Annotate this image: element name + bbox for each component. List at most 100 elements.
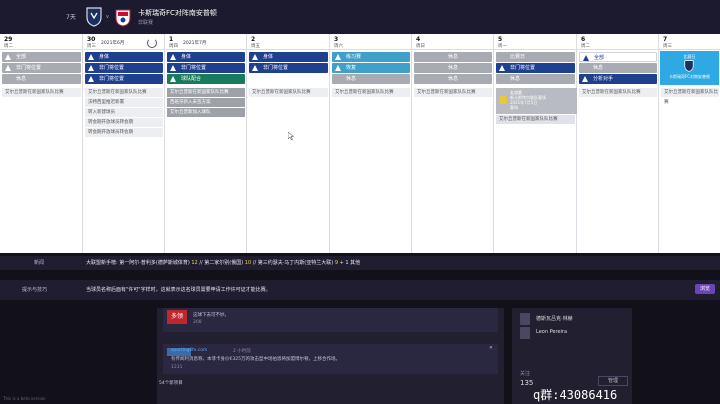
month-label: 2021年7月 [183,41,207,46]
practice-icon [335,54,341,60]
training-session[interactable]: 非门将位置 [85,74,163,84]
session-label: 非门将位置 [99,65,125,71]
session-label: 分析对手 [593,76,614,82]
training-session[interactable]: 非门将位置 [249,63,328,73]
analysis-icon [582,76,588,82]
opposition-analysis-session[interactable]: 分析对手 [579,74,657,84]
club-shield-icon [86,7,102,27]
calendar-day[interactable]: 30 周三 2021年6月 身体 非门将位置 非门将位置 艾尔丘普斯在新国家队队… [83,34,165,253]
match-title[interactable]: 卡斯瑞奇FC对阵南安普顿 [138,8,217,18]
training-session[interactable]: 身体 [249,52,328,62]
training-calendar: 29 周二 全部 非门将位置 休息 艾尔丘普斯在新国家队队比赛 30 周三 20… [0,34,720,253]
calendar-day[interactable]: 3 周六 练习赛 恢复 休息 艾尔丘普斯在新国家队队比赛 [330,34,412,253]
calendar-note[interactable]: 艾尔丘普斯在新国家队队比赛 [332,88,410,98]
training-icon [583,55,589,61]
calendar-note[interactable]: 艾尔丘普斯在新国家队队比赛 [167,88,245,98]
feed-item[interactable]: sportinglife.com 2 小时前 有传闻利消息称，本菲卡身价€325… [163,344,498,374]
calendar-note[interactable]: 西班牙新入未签方案 [167,98,245,108]
opponent-crest-icon [499,96,507,104]
day-name: 周二 [581,44,590,49]
tips-label: 提示与技巧 [22,287,48,293]
calendar-note[interactable]: 艾尔丘普斯在新国家队队比赛 [414,88,492,98]
recovery-session[interactable]: 恢复 [332,63,410,73]
player-row[interactable]: Leon Pereira [520,326,624,340]
calendar-note[interactable]: 艾尔丘普斯在新国家队队比赛 [661,88,719,105]
calendar-note[interactable]: 艾尔丘普斯在新国家队队比赛 [579,88,657,98]
source-name[interactable]: sportinglife.com [171,348,207,353]
calendar-note[interactable]: 艾尔丘普斯在新国家队队比赛 [2,88,81,98]
calendar-note[interactable]: 转会期开放球员转会期 [85,118,163,128]
day-number: 5 [498,36,503,43]
match-day-block[interactable]: 比赛日 卡斯瑞奇FC对南安普顿 [660,51,719,85]
calendar-day[interactable]: 5 周一 比赛日 非门将位置 休息 友谊赛 新卡斯特尔联队客场 2021年7月5… [494,34,577,253]
watermark: q群:43086416 [533,388,618,402]
training-session[interactable]: 非门将位置 [2,63,81,73]
day-number: 1 [169,36,174,43]
calendar-note[interactable]: 艾尔丘普斯加入球队 [167,108,245,118]
player-row[interactable]: 德斯瓦吕克·林赫 [520,312,624,326]
calendar-day[interactable]: 6 周二 全部 休息 分析对手 艾尔丘普斯在新国家队队比赛 [577,34,659,253]
rest-session[interactable]: 休息 [332,74,410,84]
calendar-note[interactable]: 艾尔丘普斯在新国家队队比赛 [85,88,163,98]
training-session[interactable]: 非门将位置 [85,63,163,73]
training-session[interactable]: 身体 [167,52,245,62]
calendar-note[interactable]: 艾尔丘普斯在新国家队队比赛 [496,115,575,125]
day-name: 周五 [251,44,260,49]
team-session[interactable]: 球队配合 [167,74,245,84]
feed-text: 这球下去可不妙。 [193,313,229,318]
calendar-day[interactable]: 4 周日 休息 休息 休息 艾尔丘普斯在新国家队队比赛 [412,34,494,253]
session-label: 休息 [447,76,458,82]
manage-button[interactable]: 管理 [598,376,628,386]
news-ticker: 大联盟新手榜: 第一阿尔·普利多(德萨斯城体育) 12 // 第二家尔别(俄国)… [86,256,360,270]
training-icon [252,54,258,60]
southampton-crest-icon[interactable] [114,7,132,27]
calendar-note[interactable]: 转入新建球员 [85,108,163,118]
rest-session[interactable]: 休息 [496,74,575,84]
training-session[interactable]: 非门将位置 [167,63,245,73]
calendar-day[interactable]: 7 周三 比赛日 卡斯瑞奇FC对南安普顿 艾尔丘普斯在新国家队队比赛 [659,34,720,253]
tips-text: 当球员名称后面有"许可"字样时，这就表示这名球员需要申请工作许可证才能比赛。 [86,287,271,293]
training-session[interactable]: 全部 [579,52,657,62]
refresh-icon[interactable] [147,38,157,48]
close-icon[interactable]: ✕ [489,346,493,351]
feed-text: 有传闻利消息称，本菲卡身价€325万的攻击型中场伯恩将加盟博尔顿，上移合作场。 [171,357,340,362]
calendar-note[interactable]: 转会期开放球员转会期 [85,128,163,138]
calendar-day[interactable]: 1 周四 2021年7月 身体 非门将位置 球队配合 艾尔丘普斯在新国家队队比赛… [165,34,247,253]
training-session[interactable]: 非门将位置 [496,63,575,73]
more-items-link[interactable]: 54个新项目 [159,380,183,386]
session-label: 练习赛 [346,54,362,60]
training-session[interactable]: 身体 [85,52,163,62]
followers-label: 关注 [520,371,531,377]
training-icon [88,65,94,71]
session-label: 身体 [181,54,192,60]
training-icon [499,65,505,71]
team-icon [170,76,176,82]
session-label: 比赛日 [510,54,526,60]
calendar-day[interactable]: 2 周五 身体 非门将位置 艾尔丘普斯在新国家队队比赛 [247,34,330,253]
rest-session[interactable]: 休息 [414,52,492,62]
rest-session[interactable]: 休息 [414,74,492,84]
session-label: 球队配合 [181,76,202,82]
day-name: 周四 [169,44,178,49]
day-name: 周日 [416,44,425,49]
calendar-note[interactable]: 沃特西里推迟新署 [85,98,163,108]
like-count: 208 [193,320,202,325]
calendar-day[interactable]: 29 周二 全部 非门将位置 休息 艾尔丘普斯在新国家队队比赛 [0,34,83,253]
match-day-session[interactable]: 比赛日 [496,52,575,62]
calendar-note[interactable]: 艾尔丘普斯在新国家队队比赛 [249,88,328,98]
session-label: 休息 [510,76,521,82]
training-session[interactable]: 全部 [2,52,81,62]
rest-session[interactable]: 休息 [2,74,81,84]
review-button[interactable]: 浏览 [695,284,715,294]
session-label: 非门将位置 [263,65,289,71]
day-number: 2 [251,36,256,43]
session-label: 休息 [447,65,458,71]
day-header: 2 周五 [247,34,329,50]
rest-session[interactable]: 休息 [414,63,492,73]
news-bar[interactable]: 新闻 大联盟新手榜: 第一阿尔·普利多(德萨斯城体育) 12 // 第二家尔别(… [0,256,720,270]
friendly-match-card[interactable]: 友谊赛 新卡斯特尔联队客场 2021年7月5日 客场 [496,88,577,114]
match-practice-session[interactable]: 练习赛 [332,52,410,62]
rest-session[interactable]: 休息 [579,63,657,73]
day-header: 7 周三 [659,34,720,50]
feed-item[interactable]: 多领 这球下去可不妙。 208 [163,308,498,332]
